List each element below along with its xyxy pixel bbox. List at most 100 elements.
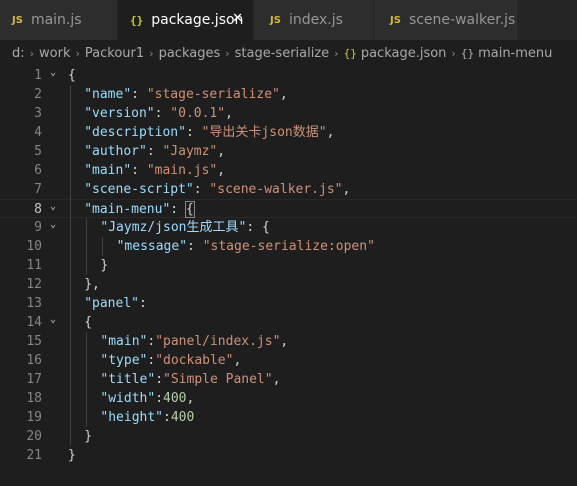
line-number: 3: [34, 106, 42, 121]
code-text: "type":"dockable",: [100, 351, 241, 370]
breadcrumb-item-drive[interactable]: d:: [12, 46, 25, 61]
code-text: "width":400,: [100, 389, 194, 408]
json-key: "name": [84, 87, 132, 102]
colon-token: :: [185, 125, 202, 140]
comma-token: ,: [272, 372, 281, 387]
tab-label: scene-walker.js: [408, 12, 516, 28]
code-editor[interactable]: 1 ⌄ {2 "name": "stage-serialize", 3 "version"…: [0, 66, 577, 486]
comma-token: ,: [342, 182, 351, 197]
json-number: 400: [163, 391, 187, 406]
code-text: "version": "0.0.1",: [84, 104, 233, 123]
chevron-right-icon: ›: [149, 46, 154, 60]
tab-label: main.js: [30, 12, 82, 28]
colon-token: :: [193, 182, 210, 197]
code-line[interactable]: 8 ⌄ "main-menu": {: [0, 199, 577, 218]
code-line[interactable]: 3 "version": "0.0.1",: [0, 104, 577, 123]
breadcrumb-item-main-menu[interactable]: main-menu: [478, 46, 552, 61]
line-number: 15: [26, 334, 42, 349]
bracket-token: }: [100, 258, 109, 273]
code-text: "description": "导出关卡json数据",: [84, 123, 334, 142]
json-key: "main": [100, 334, 148, 349]
close-icon[interactable]: ✕: [232, 11, 243, 26]
json-key: "main-menu": [84, 202, 171, 217]
json-file-icon: {}: [343, 46, 357, 60]
code-text: }: [100, 256, 108, 275]
comma-token: ,: [186, 391, 195, 406]
code-line[interactable]: 2 "name": "stage-serialize",: [0, 85, 577, 104]
indent-guide: [70, 85, 71, 446]
line-number: 1: [34, 68, 42, 83]
line-number: 10: [26, 239, 42, 254]
code-text: "main": "main.js",: [84, 161, 225, 180]
chevron-down-icon[interactable]: ⌄: [50, 310, 60, 329]
bracket-token: }: [68, 448, 76, 463]
code-text: "main":"panel/index.js",: [100, 332, 288, 351]
tab-package-json[interactable]: {} package.json ✕: [118, 0, 254, 40]
line-number: 12: [26, 277, 42, 292]
bracket-token: {: [261, 220, 270, 235]
breadcrumb-item-packour1[interactable]: Packour1: [85, 46, 144, 61]
line-number: 18: [26, 391, 42, 406]
colon-token: :: [146, 144, 163, 159]
code-line[interactable]: 6 "main": "main.js",: [0, 161, 577, 180]
colon-token: :: [155, 391, 164, 406]
tab-index-js[interactable]: JS index.js: [254, 0, 374, 40]
line-number: 14: [26, 315, 42, 330]
json-key: "author": [84, 144, 147, 159]
json-string: "Simple Panel": [163, 372, 273, 387]
json-key: "version": [84, 106, 155, 121]
chevron-down-icon[interactable]: ⌄: [50, 63, 60, 82]
comma-token: ,: [217, 144, 226, 159]
line-number: 17: [26, 372, 42, 387]
json-key: "type": [100, 353, 148, 368]
json-string: "0.0.1": [170, 106, 226, 121]
code-line[interactable]: 4 "description": "导出关卡json数据",: [0, 123, 577, 142]
json-string: "stage-serialize:open": [202, 239, 375, 254]
code-line[interactable]: 21}: [0, 446, 577, 465]
json-string: "导出关卡json数据": [201, 125, 327, 140]
code-text: "main-menu": {: [84, 200, 195, 219]
breadcrumb-item-package-json[interactable]: package.json: [361, 46, 447, 61]
code-line[interactable]: 20}: [0, 427, 577, 446]
json-key: "panel": [84, 296, 139, 311]
code-line[interactable]: 1 ⌄ {: [0, 66, 577, 85]
code-text: "height":400: [100, 408, 194, 427]
colon-token: :: [138, 296, 147, 311]
chevron-right-icon: ›: [451, 46, 456, 60]
line-number: 19: [26, 410, 42, 425]
json-string: "main.js": [146, 163, 218, 178]
chevron-down-icon[interactable]: ⌄: [50, 197, 60, 216]
json-key: "Jaymz/json生成工具": [100, 220, 247, 235]
code-line[interactable]: 14 ⌄ {: [0, 313, 577, 332]
line-number: 9: [34, 220, 42, 235]
breadcrumb-item-stage-serialize[interactable]: stage-serialize: [235, 46, 330, 61]
line-number: 16: [26, 353, 42, 368]
tab-scene-walker-js[interactable]: JS scene-walker.js: [374, 0, 518, 40]
javascript-file-icon: JS: [390, 14, 401, 26]
line-number: 8: [34, 202, 42, 217]
colon-token: :: [246, 220, 262, 235]
line-number: 11: [26, 258, 42, 273]
code-line[interactable]: 7 "scene-script": "scene-walker.js",: [0, 180, 577, 199]
tab-main-js[interactable]: JS main.js: [0, 0, 118, 40]
bracket-token: {: [68, 68, 76, 83]
breadcrumb-item-work[interactable]: work: [39, 46, 70, 61]
chevron-down-icon[interactable]: ⌄: [50, 215, 60, 234]
indent-guide: [86, 218, 88, 275]
colon-token: :: [163, 410, 171, 425]
line-number: 7: [34, 182, 42, 197]
bracket-token: {: [184, 201, 195, 218]
comma-token: ,: [225, 106, 233, 121]
line-number: 5: [34, 144, 42, 159]
code-line[interactable]: 13 "panel":: [0, 294, 577, 313]
comma-token: ,: [279, 87, 288, 102]
code-text: "message": "stage-serialize:open": [117, 237, 375, 256]
bracket-token: },: [84, 277, 100, 292]
code-line[interactable]: 12},: [0, 275, 577, 294]
json-string: "Jaymz": [162, 144, 218, 159]
code-line[interactable]: 5 "author": "Jaymz",: [0, 142, 577, 161]
chevron-right-icon: ›: [29, 46, 35, 60]
json-key: "scene-script": [84, 182, 194, 197]
breadcrumb-item-packages[interactable]: packages: [159, 46, 221, 61]
line-number: 6: [34, 163, 42, 178]
